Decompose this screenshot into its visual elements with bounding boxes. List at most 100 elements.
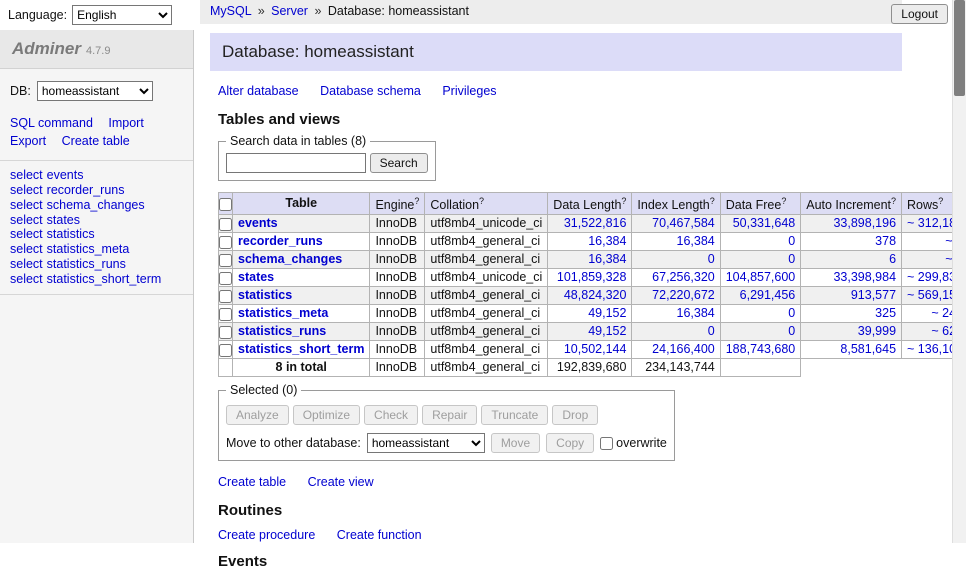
data-length-link[interactable]: 10,502,144: [564, 342, 627, 356]
move-button[interactable]: Move: [491, 433, 540, 453]
sidebar-table-link[interactable]: events: [47, 168, 84, 182]
sidebar-select-link[interactable]: select: [10, 272, 43, 286]
table-name-link[interactable]: events: [238, 216, 278, 230]
breadcrumb-mysql-link[interactable]: MySQL: [210, 4, 251, 18]
breadcrumb-server-link[interactable]: Server: [271, 4, 308, 18]
sidebar-select-link[interactable]: select: [10, 227, 43, 241]
row-checkbox[interactable]: [219, 254, 232, 267]
data-length-link[interactable]: 31,522,816: [564, 216, 627, 230]
sidebar-select-link[interactable]: select: [10, 198, 43, 212]
index-length-link[interactable]: 72,220,672: [652, 288, 715, 302]
table-name-link[interactable]: statistics_runs: [238, 324, 326, 338]
sidebar-link-export[interactable]: Export: [10, 134, 46, 148]
selected-action-button[interactable]: Analyze: [226, 405, 289, 425]
auto-increment-link[interactable]: 39,999: [858, 324, 896, 338]
data-free-link[interactable]: 0: [788, 252, 795, 266]
data-length-cell: 31,522,816: [548, 215, 632, 233]
copy-button[interactable]: Copy: [546, 433, 594, 453]
sidebar-table-link[interactable]: statistics_runs: [47, 257, 126, 271]
sidebar-table-link[interactable]: recorder_runs: [47, 183, 125, 197]
data-length-link[interactable]: 49,152: [588, 306, 626, 320]
table-name-link[interactable]: schema_changes: [238, 252, 342, 266]
auto-increment-link[interactable]: 325: [875, 306, 896, 320]
index-length-link[interactable]: 24,166,400: [652, 342, 715, 356]
database-schema-link[interactable]: Database schema: [320, 84, 421, 98]
sidebar-table-link[interactable]: states: [47, 213, 80, 227]
sidebar-link-create-table[interactable]: Create table: [62, 134, 130, 148]
sidebar-table-link[interactable]: statistics_meta: [47, 242, 130, 256]
index-length-link[interactable]: 16,384: [677, 234, 715, 248]
data-free-link[interactable]: 0: [788, 234, 795, 248]
sidebar-link-sql-command[interactable]: SQL command: [10, 116, 93, 130]
index-length-link[interactable]: 0: [708, 324, 715, 338]
sidebar-table-link[interactable]: schema_changes: [47, 198, 145, 212]
selected-action-button[interactable]: Check: [364, 405, 418, 425]
create-table-link[interactable]: Create table: [218, 475, 286, 489]
select-all-checkbox[interactable]: [219, 198, 232, 211]
index-length-link[interactable]: 67,256,320: [652, 270, 715, 284]
data-free-link[interactable]: 0: [788, 324, 795, 338]
table-name-link[interactable]: recorder_runs: [238, 234, 323, 248]
data-free-cell: 0: [720, 323, 801, 341]
logout-button[interactable]: Logout: [891, 4, 948, 24]
data-length-link[interactable]: 48,824,320: [564, 288, 627, 302]
vertical-scrollbar[interactable]: [952, 0, 966, 543]
data-length-link[interactable]: 101,859,328: [557, 270, 627, 284]
data-free-link[interactable]: 0: [788, 306, 795, 320]
auto-increment-link[interactable]: 33,898,196: [833, 216, 896, 230]
move-database-select[interactable]: homeassistant: [367, 433, 485, 453]
table-name-link[interactable]: statistics_meta: [238, 306, 328, 320]
create-procedure-link[interactable]: Create procedure: [218, 528, 315, 542]
selected-action-button[interactable]: Optimize: [293, 405, 360, 425]
auto-increment-link[interactable]: 6: [889, 252, 896, 266]
sidebar-select-link[interactable]: select: [10, 168, 43, 182]
create-function-link[interactable]: Create function: [337, 528, 422, 542]
alter-database-link[interactable]: Alter database: [218, 84, 299, 98]
data-free-link[interactable]: 188,743,680: [726, 342, 796, 356]
overwrite-checkbox[interactable]: [600, 437, 613, 450]
row-checkbox[interactable]: [219, 326, 232, 339]
data-length-link[interactable]: 16,384: [588, 234, 626, 248]
data-free-link[interactable]: 6,291,456: [740, 288, 796, 302]
data-length-link[interactable]: 49,152: [588, 324, 626, 338]
sidebar-select-link[interactable]: select: [10, 242, 43, 256]
table-name-link[interactable]: statistics: [238, 288, 292, 302]
auto-increment-link[interactable]: 8,581,645: [840, 342, 896, 356]
table-name-link[interactable]: statistics_short_term: [238, 342, 364, 356]
auto-increment-link[interactable]: 913,577: [851, 288, 896, 302]
row-checkbox[interactable]: [219, 236, 232, 249]
create-view-link[interactable]: Create view: [308, 475, 374, 489]
index-length-link[interactable]: 0: [708, 252, 715, 266]
data-free-link[interactable]: 50,331,648: [733, 216, 796, 230]
row-checkbox[interactable]: [219, 218, 232, 231]
data-free-link[interactable]: 104,857,600: [726, 270, 796, 284]
search-input[interactable]: [226, 153, 366, 173]
search-button[interactable]: Search: [370, 153, 428, 173]
sidebar-select-link[interactable]: select: [10, 183, 43, 197]
auto-increment-link[interactable]: 378: [875, 234, 896, 248]
sidebar-select-link[interactable]: select: [10, 213, 43, 227]
privileges-link[interactable]: Privileges: [442, 84, 496, 98]
sidebar-table-link[interactable]: statistics: [47, 227, 95, 241]
row-checkbox[interactable]: [219, 344, 232, 357]
table-name-link[interactable]: states: [238, 270, 274, 284]
db-select[interactable]: homeassistant: [37, 81, 153, 101]
sidebar-select-link[interactable]: select: [10, 257, 43, 271]
overwrite-label: overwrite: [600, 436, 667, 450]
data-length-link[interactable]: 16,384: [588, 252, 626, 266]
selected-action-button[interactable]: Drop: [552, 405, 598, 425]
selected-action-button[interactable]: Repair: [422, 405, 477, 425]
selected-action-button[interactable]: Truncate: [481, 405, 548, 425]
row-checkbox[interactable]: [219, 272, 232, 285]
row-checkbox[interactable]: [219, 290, 232, 303]
auto-increment-cell: 33,398,984: [801, 269, 902, 287]
total-data-length-cell: 192,839,680: [548, 359, 632, 377]
sidebar-table-link[interactable]: statistics_short_term: [47, 272, 162, 286]
auto-increment-link[interactable]: 33,398,984: [833, 270, 896, 284]
row-checkbox[interactable]: [219, 308, 232, 321]
index-length-link[interactable]: 16,384: [677, 306, 715, 320]
language-select[interactable]: English: [72, 5, 172, 25]
index-length-link[interactable]: 70,467,584: [652, 216, 715, 230]
sidebar-link-import[interactable]: Import: [108, 116, 143, 130]
scrollbar-thumb[interactable]: [954, 0, 965, 96]
